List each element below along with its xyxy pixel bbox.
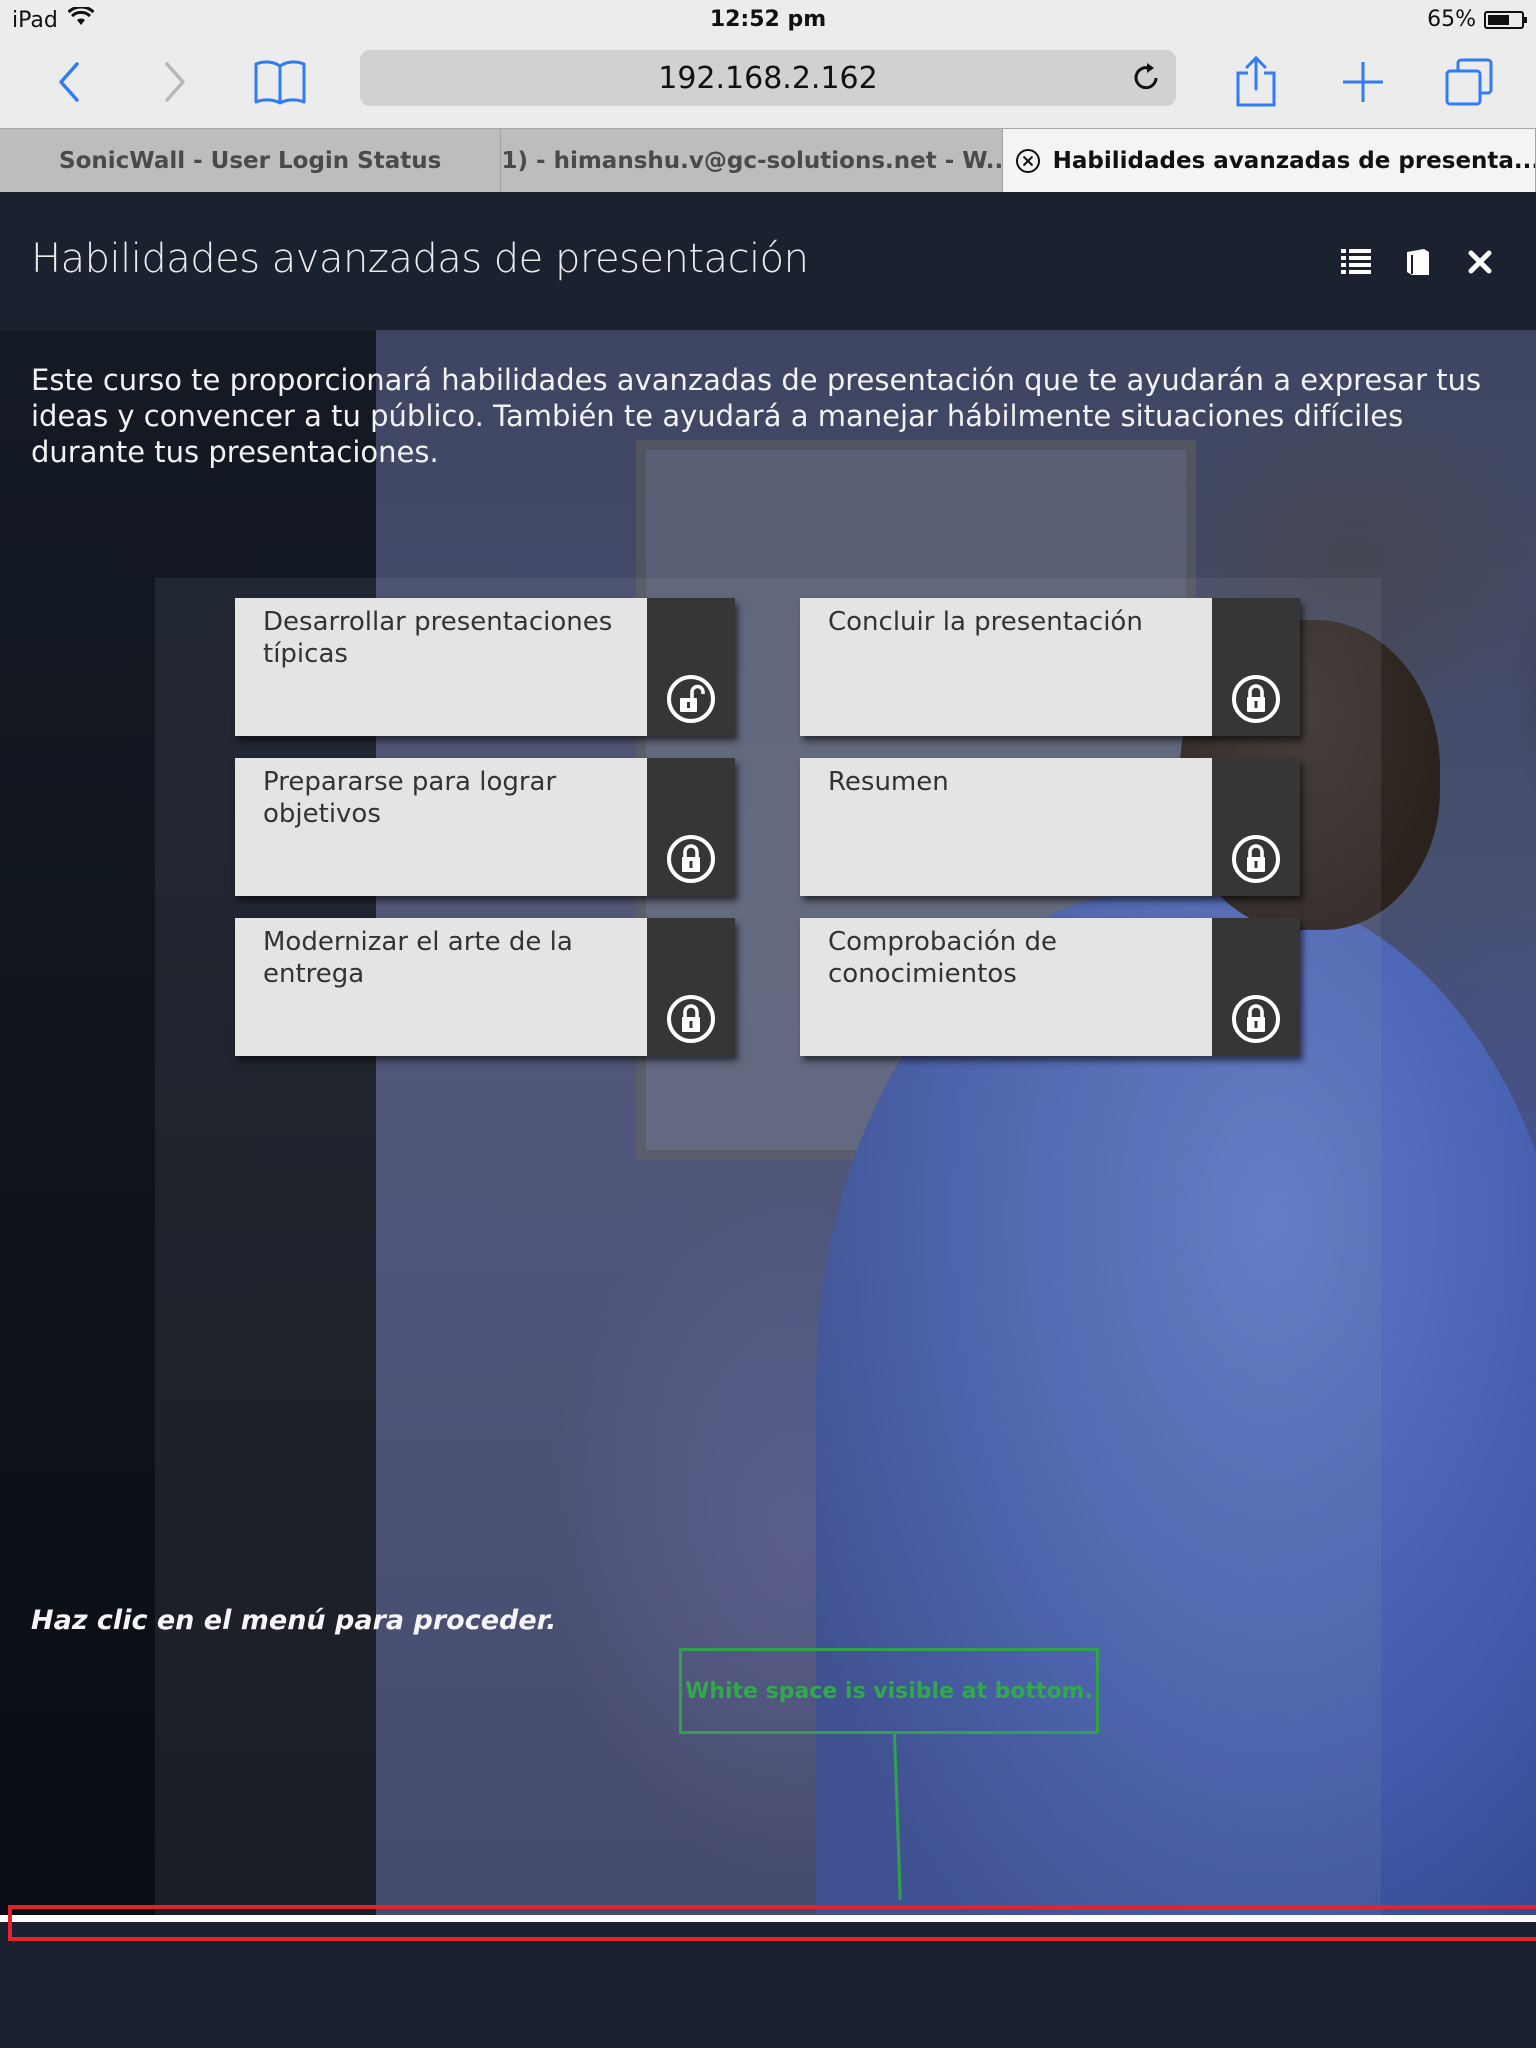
lock-status xyxy=(1212,598,1300,736)
menu-item-prepararse[interactable]: Prepararse para lograr objetivos xyxy=(235,758,735,896)
menu-item-comprobacion[interactable]: Comprobación de conocimientos xyxy=(800,918,1300,1056)
menu-item-concluir[interactable]: Concluir la presentación xyxy=(800,598,1300,736)
tab-bar: SonicWall - User Login Status (1) - hima… xyxy=(0,128,1536,193)
lock-status xyxy=(647,758,735,896)
tab-label: (1) - himanshu.v@gc-solutions.net - W... xyxy=(501,148,1003,174)
lock-icon xyxy=(667,995,715,1043)
close-tab-icon[interactable] xyxy=(1015,148,1041,174)
battery-fill xyxy=(1488,14,1509,25)
menu-item-label: Modernizar el arte de la entrega xyxy=(263,927,573,989)
course-intro: Este curso te proporcionará habilidades … xyxy=(31,363,1482,469)
menu-item-label: Desarrollar presentaciones típicas xyxy=(263,607,613,669)
lock-status xyxy=(647,918,735,1056)
course-page: Habilidades avanzadas de presentación Es… xyxy=(0,192,1536,2048)
menu-item-label: Prepararse para lograr objetivos xyxy=(263,767,557,829)
status-bar: iPad 12:52 pm 65% xyxy=(0,0,1536,42)
menu-item-label: Resumen xyxy=(828,767,949,797)
lock-icon xyxy=(1232,835,1280,883)
lock-status xyxy=(1212,758,1300,896)
menu-item-resumen[interactable]: Resumen xyxy=(800,758,1300,896)
url-text: 192.168.2.162 xyxy=(658,60,878,96)
course-header: Habilidades avanzadas de presentación xyxy=(0,192,1536,330)
lock-status xyxy=(1212,918,1300,1056)
menu-item-modernizar[interactable]: Modernizar el arte de la entrega xyxy=(235,918,735,1056)
lock-icon xyxy=(1232,675,1280,723)
list-icon[interactable] xyxy=(1338,244,1374,280)
chevron-right-icon[interactable] xyxy=(142,52,206,112)
menu-item-label: Concluir la presentación xyxy=(828,607,1143,637)
unlocked-icon xyxy=(667,675,715,723)
menu-item-label: Comprobación de conocimientos xyxy=(828,927,1058,989)
lock-status xyxy=(647,598,735,736)
battery-icon xyxy=(1484,10,1527,29)
lock-icon xyxy=(667,835,715,883)
clock: 12:52 pm xyxy=(709,7,827,32)
ipad-screen: iPad 12:52 pm 65% 192.168.2.162 SonicWal… xyxy=(0,0,1536,2048)
annotation-callout: White space is visible at bottom. xyxy=(679,1648,1099,1734)
menu-item-desarrollar[interactable]: Desarrollar presentaciones típicas xyxy=(235,598,735,736)
tab-sonicwall[interactable]: SonicWall - User Login Status xyxy=(0,129,502,193)
book-icon[interactable] xyxy=(1400,244,1436,280)
tab-course[interactable]: Habilidades avanzadas de presenta... xyxy=(1002,129,1536,193)
tab-label: Habilidades avanzadas de presenta... xyxy=(1052,148,1536,174)
chevron-left-icon[interactable] xyxy=(38,52,102,112)
book-icon[interactable] xyxy=(248,52,312,112)
proceed-instruction: Haz clic en el menú para proceder. xyxy=(31,1605,557,1636)
tab-email[interactable]: (1) - himanshu.v@gc-solutions.net - W... xyxy=(501,129,1003,193)
highlight-outline xyxy=(8,1905,1536,1941)
share-icon[interactable] xyxy=(1224,52,1288,112)
battery-percent: 65% xyxy=(1427,7,1476,32)
close-icon[interactable] xyxy=(1462,244,1498,280)
plus-icon[interactable] xyxy=(1331,52,1395,112)
browser-toolbar: 192.168.2.162 xyxy=(0,42,1536,128)
page-title: Habilidades avanzadas de presentación xyxy=(31,236,809,282)
tabs-icon[interactable] xyxy=(1437,52,1501,112)
lock-icon xyxy=(1232,995,1280,1043)
reload-icon[interactable] xyxy=(1128,60,1164,96)
address-bar[interactable]: 192.168.2.162 xyxy=(360,50,1176,106)
tab-label: SonicWall - User Login Status xyxy=(59,148,442,174)
